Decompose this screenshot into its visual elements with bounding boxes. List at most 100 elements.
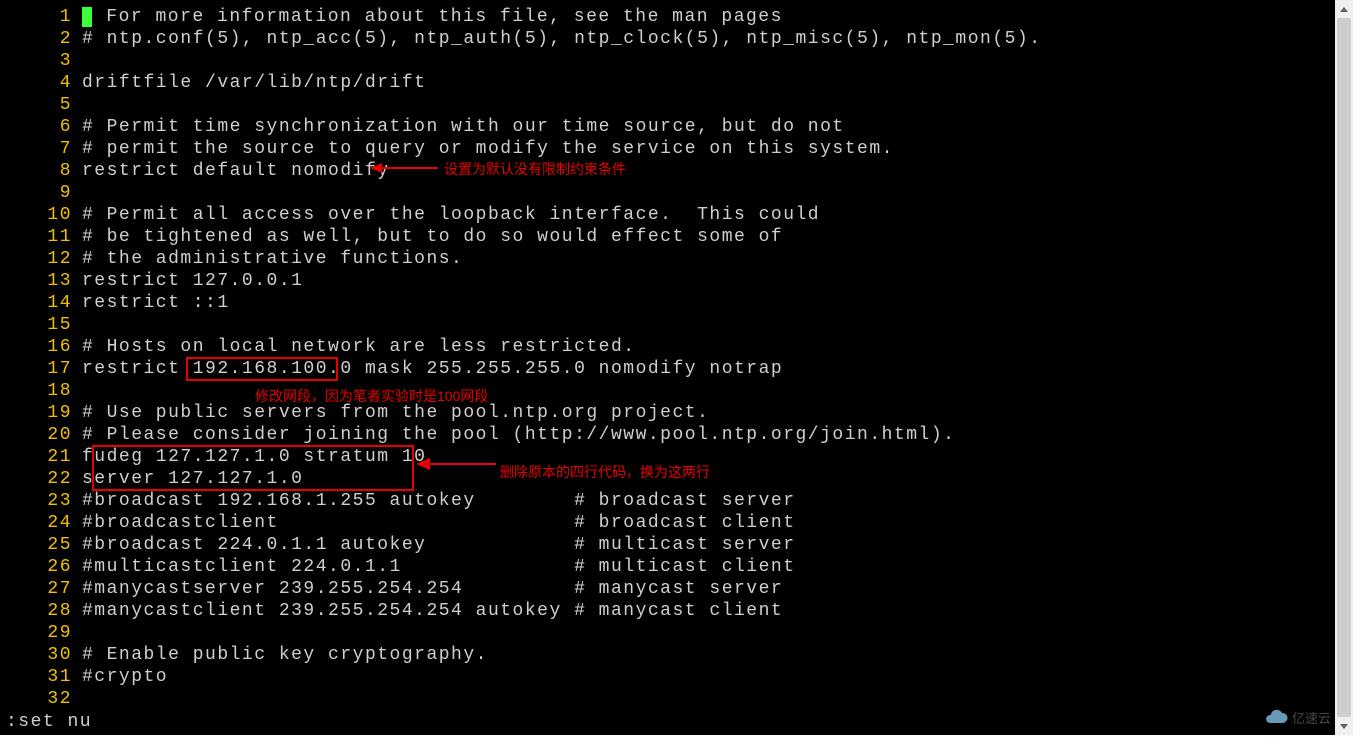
code-text: # Enable public key cryptography. bbox=[82, 644, 488, 666]
code-line: 5 bbox=[0, 94, 1042, 116]
code-text: fudeg 127.127.1.0 stratum 10 bbox=[82, 446, 426, 468]
line-number: 28 bbox=[0, 600, 82, 622]
terminal[interactable]: 1 For more information about this file, … bbox=[0, 0, 1353, 735]
code-line: 23#broadcast 192.168.1.255 autokey # bro… bbox=[0, 490, 1042, 512]
line-number: 15 bbox=[0, 314, 82, 336]
code-line: 8restrict default nomodify bbox=[0, 160, 1042, 182]
line-number: 8 bbox=[0, 160, 82, 182]
line-number: 11 bbox=[0, 226, 82, 248]
line-number: 27 bbox=[0, 578, 82, 600]
code-line: 1 For more information about this file, … bbox=[0, 6, 1042, 28]
cursor bbox=[82, 7, 92, 27]
line-number: 5 bbox=[0, 94, 82, 116]
code-line: 4driftfile /var/lib/ntp/drift bbox=[0, 72, 1042, 94]
code-text: #broadcast 192.168.1.255 autokey # broad… bbox=[82, 490, 796, 512]
line-number: 1 bbox=[0, 6, 82, 28]
line-number: 9 bbox=[0, 182, 82, 204]
code-text: restrict default nomodify bbox=[82, 160, 390, 182]
line-number: 21 bbox=[0, 446, 82, 468]
code-text: #broadcastclient # broadcast client bbox=[82, 512, 796, 534]
code-text: server 127.127.1.0 bbox=[82, 468, 303, 490]
code-text: #broadcast 224.0.1.1 autokey # multicast… bbox=[82, 534, 796, 556]
code-text: #multicastclient 224.0.1.1 # multicast c… bbox=[82, 556, 796, 578]
line-number: 30 bbox=[0, 644, 82, 666]
line-number: 6 bbox=[0, 116, 82, 138]
code-text: # Please consider joining the pool (http… bbox=[82, 424, 955, 446]
cloud-icon bbox=[1264, 705, 1288, 729]
code-line: 24#broadcastclient # broadcast client bbox=[0, 512, 1042, 534]
line-number: 3 bbox=[0, 50, 82, 72]
code-text: restrict ::1 bbox=[82, 292, 230, 314]
line-number: 14 bbox=[0, 292, 82, 314]
code-line: 6# Permit time synchronization with our … bbox=[0, 116, 1042, 138]
code-area: 1 For more information about this file, … bbox=[0, 6, 1042, 710]
line-number: 10 bbox=[0, 204, 82, 226]
line-number: 23 bbox=[0, 490, 82, 512]
line-number: 22 bbox=[0, 468, 82, 490]
code-text: driftfile /var/lib/ntp/drift bbox=[82, 72, 426, 94]
scrollbar[interactable] bbox=[1335, 0, 1353, 735]
code-text: # ntp.conf(5), ntp_acc(5), ntp_auth(5), … bbox=[82, 28, 1042, 50]
scrollbar-thumb[interactable] bbox=[1337, 18, 1351, 717]
code-line: 2# ntp.conf(5), ntp_acc(5), ntp_auth(5),… bbox=[0, 28, 1042, 50]
code-line: 20# Please consider joining the pool (ht… bbox=[0, 424, 1042, 446]
line-number: 18 bbox=[0, 380, 82, 402]
scroll-down-button[interactable] bbox=[1335, 717, 1353, 735]
code-text: #manycastclient 239.255.254.254 autokey … bbox=[82, 600, 783, 622]
line-number: 26 bbox=[0, 556, 82, 578]
code-line: 25#broadcast 224.0.1.1 autokey # multica… bbox=[0, 534, 1042, 556]
line-number: 32 bbox=[0, 688, 82, 710]
code-line: 27#manycastserver 239.255.254.254 # many… bbox=[0, 578, 1042, 600]
line-number: 2 bbox=[0, 28, 82, 50]
code-line: 21fudeg 127.127.1.0 stratum 10 bbox=[0, 446, 1042, 468]
line-number: 29 bbox=[0, 622, 82, 644]
code-line: 17restrict 192.168.100.0 mask 255.255.25… bbox=[0, 358, 1042, 380]
code-line: 19# Use public servers from the pool.ntp… bbox=[0, 402, 1042, 424]
line-number: 12 bbox=[0, 248, 82, 270]
code-line: 10# Permit all access over the loopback … bbox=[0, 204, 1042, 226]
code-line: 22server 127.127.1.0 bbox=[0, 468, 1042, 490]
code-line: 3 bbox=[0, 50, 1042, 72]
code-line: 31#crypto bbox=[0, 666, 1042, 688]
line-number: 13 bbox=[0, 270, 82, 292]
line-number: 17 bbox=[0, 358, 82, 380]
watermark-text: 亿速云 bbox=[1292, 708, 1331, 727]
code-line: 26#multicastclient 224.0.1.1 # multicast… bbox=[0, 556, 1042, 578]
code-line: 30# Enable public key cryptography. bbox=[0, 644, 1042, 666]
code-text: #crypto bbox=[82, 666, 168, 688]
code-text: # Permit time synchronization with our t… bbox=[82, 116, 845, 138]
scroll-up-button[interactable] bbox=[1335, 0, 1353, 18]
code-line: 7# permit the source to query or modify … bbox=[0, 138, 1042, 160]
code-line: 29 bbox=[0, 622, 1042, 644]
code-line: 28#manycastclient 239.255.254.254 autoke… bbox=[0, 600, 1042, 622]
code-text: # Permit all access over the loopback in… bbox=[82, 204, 820, 226]
code-line: 11# be tightened as well, but to do so w… bbox=[0, 226, 1042, 248]
line-number: 19 bbox=[0, 402, 82, 424]
code-text: # be tightened as well, but to do so wou… bbox=[82, 226, 783, 248]
line-number: 20 bbox=[0, 424, 82, 446]
code-text: restrict 127.0.0.1 bbox=[82, 270, 303, 292]
chevron-down-icon bbox=[1340, 724, 1348, 729]
code-line: 18 bbox=[0, 380, 1042, 402]
code-line: 12# the administrative functions. bbox=[0, 248, 1042, 270]
code-line: 14restrict ::1 bbox=[0, 292, 1042, 314]
vim-status-line: :set nu bbox=[6, 712, 92, 732]
watermark: 亿速云 bbox=[1264, 705, 1331, 729]
line-number: 31 bbox=[0, 666, 82, 688]
code-line: 9 bbox=[0, 182, 1042, 204]
code-text: # the administrative functions. bbox=[82, 248, 463, 270]
code-text: For more information about this file, se… bbox=[82, 6, 783, 28]
line-number: 24 bbox=[0, 512, 82, 534]
line-number: 16 bbox=[0, 336, 82, 358]
code-line: 13restrict 127.0.0.1 bbox=[0, 270, 1042, 292]
code-line: 16# Hosts on local network are less rest… bbox=[0, 336, 1042, 358]
line-number: 4 bbox=[0, 72, 82, 94]
code-text: restrict 192.168.100.0 mask 255.255.255.… bbox=[82, 358, 783, 380]
code-line: 15 bbox=[0, 314, 1042, 336]
code-text: #manycastserver 239.255.254.254 # manyca… bbox=[82, 578, 783, 600]
line-number: 25 bbox=[0, 534, 82, 556]
code-text: # Use public servers from the pool.ntp.o… bbox=[82, 402, 709, 424]
code-text: # permit the source to query or modify t… bbox=[82, 138, 894, 160]
line-number: 7 bbox=[0, 138, 82, 160]
code-line: 32 bbox=[0, 688, 1042, 710]
